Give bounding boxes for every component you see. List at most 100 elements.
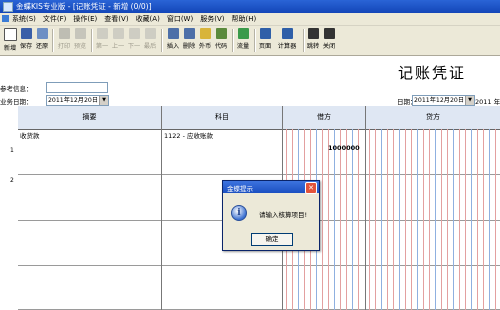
row-1-account[interactable]: 1122 - 应收账款 <box>164 130 213 140</box>
row-1-debit[interactable]: 1000000 <box>328 144 360 152</box>
preview-button[interactable]: 预览 <box>73 28 87 53</box>
dialog-title: 金蝶提示 <box>227 185 253 193</box>
last-button[interactable]: 最后 <box>143 28 157 53</box>
alert-dialog: 金蝶提示 ✕ i 请输入核算项目! 确定 <box>222 180 320 251</box>
chevron-down-icon[interactable]: ▼ <box>99 96 108 105</box>
currency-button[interactable]: 外币 <box>198 28 212 53</box>
menu-system[interactable]: 系统(S) <box>12 14 36 24</box>
restore-button[interactable]: 还原 <box>35 28 49 53</box>
jump-button[interactable]: 跳转 <box>306 28 320 53</box>
close-icon[interactable]: ✕ <box>305 182 317 194</box>
menu-window[interactable]: 窗口(W) <box>167 14 193 24</box>
voucher-title: 记账凭证 <box>398 64 467 82</box>
menu-help[interactable]: 帮助(H) <box>231 14 256 24</box>
digit-line <box>447 129 448 310</box>
digit-line <box>369 129 370 310</box>
voucher-date-value: 2011年12月20日 <box>414 97 465 104</box>
code-button[interactable]: 代码 <box>214 28 228 53</box>
restore-icon <box>36 28 48 39</box>
flow-button[interactable]: 流量 <box>236 28 250 53</box>
preview-icon <box>74 28 86 39</box>
row-1-summary[interactable]: 收货款 <box>20 130 40 140</box>
digit-line <box>381 129 382 310</box>
menu-service[interactable]: 服务(V) <box>200 14 224 24</box>
toolbar-separator <box>91 29 93 52</box>
chevron-down-icon[interactable]: ▼ <box>465 96 474 105</box>
menu-operate[interactable]: 操作(E) <box>73 14 97 24</box>
digit-line <box>322 129 323 310</box>
menu-view[interactable]: 查看(V) <box>104 14 128 24</box>
close-door-icon <box>323 28 335 39</box>
menu-bar: 系统(S) 文件(F) 操作(E) 查看(V) 收藏(A) 窗口(W) 服务(V… <box>0 13 500 26</box>
page-button[interactable]: 页面 <box>258 28 272 53</box>
jump-icon <box>307 28 319 39</box>
digit-line <box>352 129 353 310</box>
biz-date-value: 2011年12月20日 <box>48 97 99 104</box>
toolbar-separator <box>254 29 256 52</box>
restore-label: 还原 <box>35 43 49 50</box>
digit-line <box>459 129 460 310</box>
header-debit: 借方 <box>283 106 366 130</box>
digit-line <box>429 129 430 310</box>
digit-line <box>477 129 478 310</box>
printer-icon <box>58 28 70 39</box>
digit-line <box>465 129 466 310</box>
new-button[interactable]: 新增 <box>3 28 17 53</box>
header-account: 科目 <box>162 106 283 130</box>
ok-button[interactable]: 确定 <box>251 233 293 246</box>
header-summary: 摘要 <box>18 106 162 130</box>
calculator-button[interactable]: 计算器 <box>275 28 299 53</box>
insert-button[interactable]: 插入 <box>166 28 180 53</box>
preview-label: 预览 <box>73 43 87 50</box>
delete-row-icon <box>183 28 195 39</box>
digit-line <box>340 129 341 310</box>
menu-favorites[interactable]: 收藏(A) <box>136 14 160 24</box>
ref-info-input[interactable] <box>46 82 108 93</box>
prev-button[interactable]: 上一 <box>111 28 125 53</box>
save-button[interactable]: 保存 <box>19 28 33 53</box>
digit-line <box>387 129 388 310</box>
jump-label: 跳转 <box>306 43 320 50</box>
dialog-message: 请输入核算项目! <box>259 211 308 219</box>
digit-line <box>375 129 376 310</box>
save-icon <box>20 28 32 39</box>
toolbar-separator <box>303 29 305 52</box>
column-divider <box>365 106 366 310</box>
digit-line <box>328 129 329 310</box>
new-doc-icon <box>3 28 17 41</box>
code-icon <box>215 28 227 39</box>
app-menu-icon[interactable] <box>2 15 9 22</box>
ref-info-label: 参考信息： <box>0 85 33 93</box>
cash-flow-icon <box>237 28 249 39</box>
digit-line <box>358 129 359 310</box>
print-button[interactable]: 打印 <box>57 28 71 53</box>
row-number: 2 <box>10 177 14 184</box>
info-icon: i <box>231 205 247 221</box>
last-label: 最后 <box>143 43 157 50</box>
digit-line <box>495 129 496 310</box>
digit-line <box>489 129 490 310</box>
toolbar-separator <box>161 29 163 52</box>
digit-line <box>334 129 335 310</box>
digit-line <box>405 129 406 310</box>
row-divider <box>18 174 500 175</box>
biz-date-picker[interactable]: 2011年12月20日 ▼ <box>46 95 109 106</box>
new-label: 新增 <box>3 45 17 52</box>
menu-file[interactable]: 文件(F) <box>43 14 67 24</box>
last-record-icon <box>144 28 156 39</box>
close-button[interactable]: 关闭 <box>322 28 336 53</box>
toolbar: 新增 保存 还原 打印 预览 第一 上一 下一 最后 插入 删除 外币 代码 流… <box>0 26 500 56</box>
digit-line <box>471 129 472 310</box>
currency-icon <box>199 28 211 39</box>
insert-row-icon <box>167 28 179 39</box>
voucher-date-picker[interactable]: 2011年12月20日 ▼ <box>412 95 475 106</box>
window-title: 金蝶KIS专业版 - [记账凭证 - 新增 (0/0)] <box>16 2 152 11</box>
header-credit: 贷方 <box>366 106 500 130</box>
next-button[interactable]: 下一 <box>127 28 141 53</box>
digit-line <box>441 129 442 310</box>
digit-line <box>483 129 484 310</box>
delete-button[interactable]: 删除 <box>182 28 196 53</box>
next-label: 下一 <box>127 43 141 50</box>
first-button[interactable]: 第一 <box>95 28 109 53</box>
row-number: 1 <box>10 147 14 154</box>
